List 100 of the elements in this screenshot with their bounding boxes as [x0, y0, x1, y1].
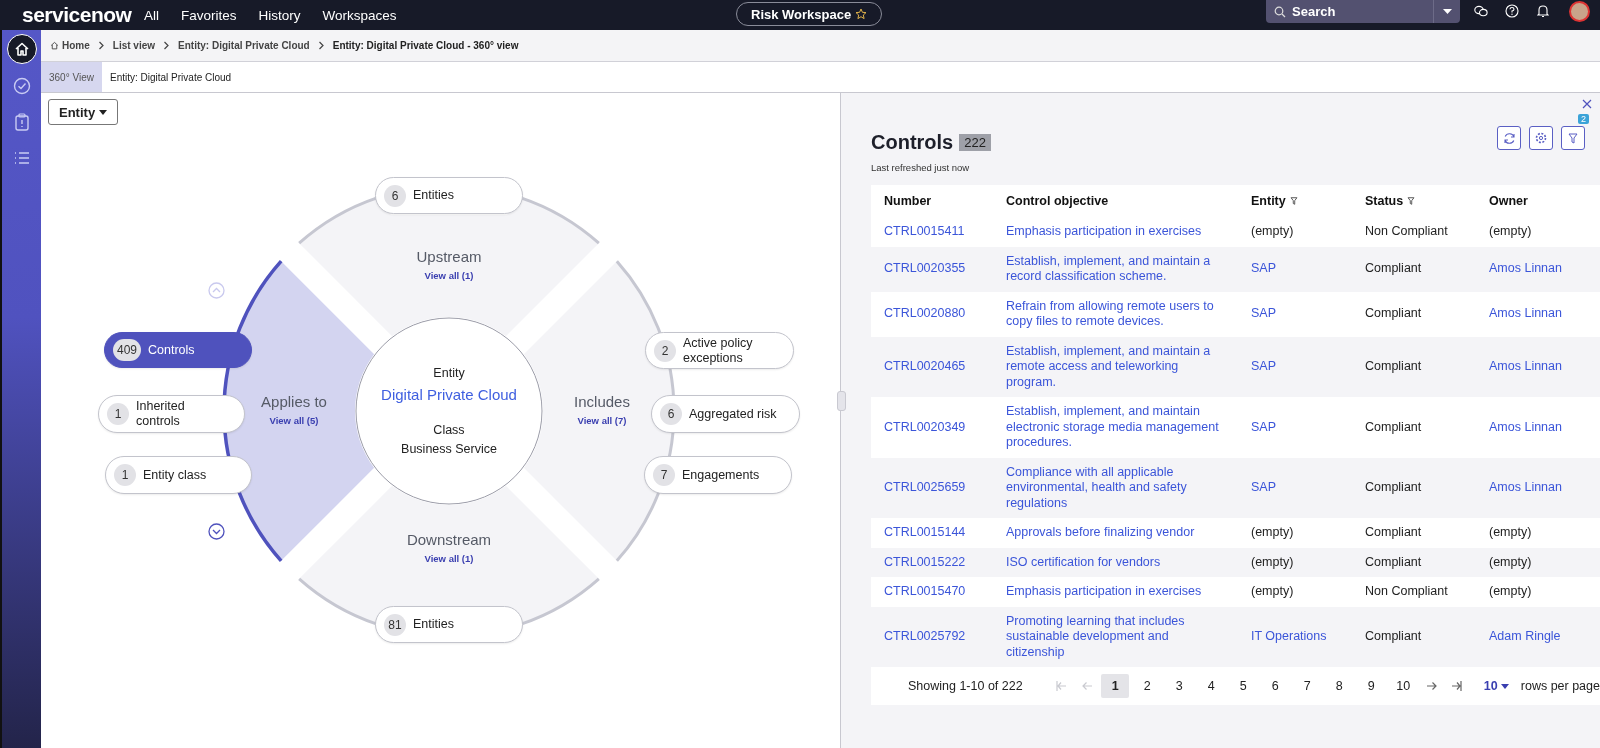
entity-dropdown[interactable]: Entity — [48, 99, 119, 125]
table-link[interactable]: SAP — [1251, 261, 1276, 276]
refresh-button[interactable] — [1497, 126, 1521, 150]
column-header[interactable]: Control objective — [993, 185, 1238, 217]
chevron-down-icon[interactable] — [208, 523, 225, 540]
table-link[interactable]: SAP — [1251, 306, 1276, 321]
tab[interactable]: 360° View — [41, 62, 102, 92]
breadcrumb-link[interactable]: Entity: Digital Private Cloud — [178, 40, 310, 51]
search-bar[interactable]: Search — [1266, 0, 1460, 23]
view-all-link[interactable]: View all (7) — [577, 415, 627, 426]
page-button[interactable]: 10 — [1389, 674, 1418, 698]
list-icon — [13, 151, 30, 165]
table-link[interactable]: Amos Linnan — [1489, 306, 1562, 321]
nav-menu-item[interactable]: Workspaces — [322, 7, 397, 23]
pagination-summary: Showing 1-10 of 222 — [908, 679, 1023, 693]
node-pill[interactable]: 6 Entities — [375, 177, 523, 214]
nav-menu-item[interactable]: All — [144, 7, 159, 23]
table-cell: Compliant — [1365, 525, 1422, 539]
node-pill[interactable]: 1 Inherited controls — [98, 395, 245, 433]
breadcrumb-link[interactable]: Entity: Digital Private Cloud - 360° view — [332, 40, 519, 51]
node-pill[interactable]: 7 Engagements — [644, 456, 792, 494]
search-field[interactable]: Search — [1292, 4, 1433, 19]
node-label: Entities — [413, 617, 454, 632]
rows-per-page-label: rows per page — [1520, 679, 1600, 693]
refresh-status: Last refreshed just now — [871, 162, 971, 173]
node-label: Aggregated risk — [689, 406, 777, 422]
page-button[interactable]: 4 — [1197, 674, 1226, 698]
node-pill[interactable]: 81 Entities — [375, 606, 523, 643]
column-header[interactable]: Status — [1352, 185, 1476, 217]
node-label: Entity class — [143, 467, 207, 483]
count-badge: 7 — [653, 464, 675, 486]
table-link[interactable]: CTRL0025792 — [884, 629, 966, 643]
table-link[interactable]: Adam Ringle — [1489, 629, 1561, 643]
view-all-link[interactable]: View all (1) — [424, 270, 474, 281]
count-badge: 2 — [654, 339, 676, 362]
sidebar-item[interactable] — [6, 34, 37, 64]
sector[interactable] — [222, 260, 375, 562]
chat-icon[interactable] — [1474, 5, 1488, 18]
breadcrumb-link[interactable]: List view — [112, 40, 156, 51]
table-link[interactable]: CTRL0020355 — [884, 261, 966, 276]
table-link[interactable]: Compliance with all applicable environmental, health and safety regulations — [1006, 464, 1228, 511]
nav-menu-item[interactable]: History — [258, 7, 301, 23]
node-pill[interactable]: 2 Active policy exceptions — [645, 332, 794, 369]
table-cell: (empty) — [1251, 224, 1294, 238]
servicenow-logo[interactable]: servicenow — [22, 3, 144, 27]
table-link[interactable]: SAP — [1251, 480, 1276, 494]
table-link[interactable]: SAP — [1251, 419, 1276, 434]
count-badge: 81 — [384, 613, 406, 636]
table-link[interactable]: Amos Linnan — [1489, 480, 1562, 494]
node-pill[interactable]: 6 Aggregated risk — [651, 395, 800, 433]
table-link[interactable]: Amos Linnan — [1489, 359, 1562, 373]
breadcrumb-link[interactable]: Home — [50, 40, 90, 51]
nav-menu-item[interactable]: Favorites — [181, 7, 237, 23]
table-link[interactable]: CTRL0015222 — [884, 554, 966, 569]
table-link[interactable]: ISO certification for vendors — [1006, 554, 1161, 570]
workspace-selector[interactable]: Risk Workspace — [736, 2, 883, 26]
page-button[interactable]: 1 — [1101, 674, 1130, 698]
tab[interactable]: Entity: Digital Private Cloud — [101, 62, 240, 92]
table-link[interactable]: Establish, implement, and maintain a remote access and teleworking program. — [1006, 343, 1228, 390]
chevron-right-icon — [97, 41, 105, 50]
view-all-link[interactable]: View all (1) — [424, 553, 474, 564]
rows-per-page-select[interactable]: 10 — [1483, 679, 1509, 693]
help-icon[interactable] — [1505, 4, 1519, 18]
page-button[interactable]: 9 — [1357, 674, 1386, 698]
view-all-link[interactable]: View all (5) — [269, 415, 319, 426]
node-label: Entities — [413, 188, 454, 203]
count-badge: 6 — [660, 403, 682, 425]
page-button[interactable]: 7 — [1293, 674, 1322, 698]
filter-icon — [1568, 132, 1578, 144]
sector-title: Applies to — [261, 393, 327, 410]
table-cell: Compliant — [1365, 480, 1422, 494]
column-header[interactable]: Owner — [1476, 185, 1600, 217]
table-link[interactable]: Amos Linnan — [1489, 419, 1562, 434]
page-button[interactable]: 6 — [1261, 674, 1290, 698]
settings-button[interactable] — [1529, 126, 1553, 150]
table-link[interactable]: IT Operations — [1251, 629, 1327, 643]
user-avatar[interactable] — [1569, 1, 1590, 22]
page-button[interactable]: 2 — [1133, 674, 1162, 698]
home-icon — [50, 41, 59, 50]
column-header[interactable]: Number — [871, 185, 993, 217]
table-link[interactable]: CTRL0020349 — [884, 419, 966, 434]
filter-button[interactable] — [1561, 126, 1585, 150]
page-button[interactable]: 5 — [1229, 674, 1258, 698]
table-link[interactable]: Amos Linnan — [1489, 261, 1562, 276]
table-link[interactable]: SAP — [1251, 359, 1276, 373]
column-header[interactable]: Entity — [1238, 185, 1352, 217]
sector-title: Upstream — [416, 248, 482, 265]
page-button[interactable]: 3 — [1165, 674, 1194, 698]
bell-icon[interactable] — [1537, 4, 1549, 18]
filter-icon — [1289, 197, 1298, 205]
table-link[interactable]: Establish, implement, and maintain a record classification scheme. — [1006, 253, 1228, 285]
table-link[interactable]: CTRL0020465 — [884, 359, 966, 373]
node-label: Active policy exceptions — [683, 335, 754, 366]
table-link[interactable]: CTRL0025659 — [884, 480, 966, 494]
table-cell: Non Compliant — [1365, 224, 1448, 238]
node-pill[interactable]: 409 Controls — [104, 332, 252, 368]
page-button[interactable]: 8 — [1325, 674, 1354, 698]
node-pill[interactable]: 1 Entity class — [105, 456, 252, 494]
close-icon[interactable] — [1582, 99, 1592, 109]
table-link[interactable]: Promoting learning that includes sustainable development and citizenship — [1006, 613, 1228, 660]
